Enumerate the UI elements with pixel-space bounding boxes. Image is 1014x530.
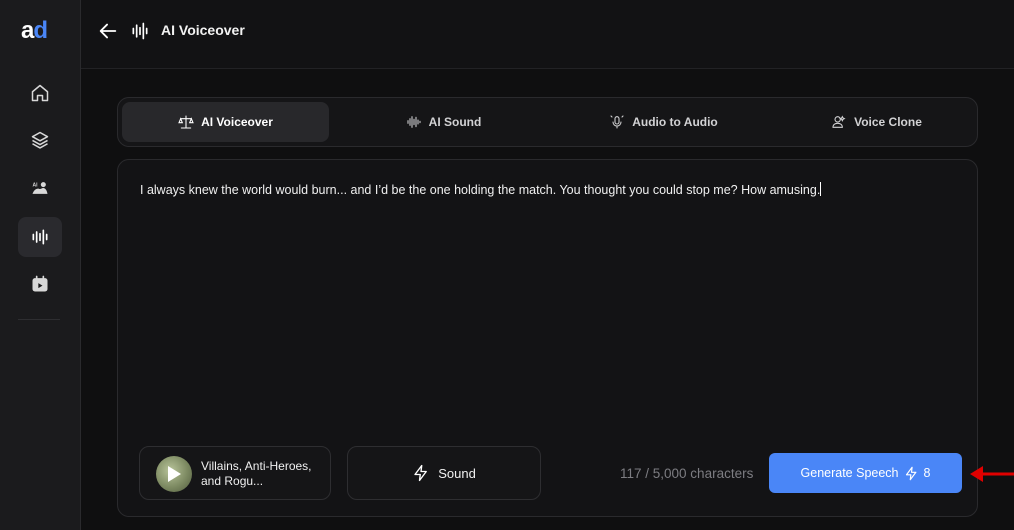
annotation-arrow-icon [970,466,1014,482]
generate-speech-button[interactable]: Generate Speech 8 [769,453,962,493]
sound-wave-icon [407,116,421,128]
sound-button-label: Sound [438,465,476,481]
page-title: AI Voiceover [161,22,245,38]
sidebar-divider [18,319,60,320]
sidebar-item-ai-image[interactable]: AI [18,168,62,208]
balance-icon [178,115,194,129]
generate-speech-label: Generate Speech [800,466,899,480]
header: AI Voiceover [81,0,1014,69]
sidebar-item-layers[interactable] [18,120,62,160]
audio-waveform-icon [32,229,48,245]
script-editor: I always knew the world would burn... an… [117,159,978,517]
voice-name-label: Villains, Anti-Heroes, and Rogu... [201,459,312,488]
audio-waveform-icon [132,22,148,40]
layers-icon [31,131,49,149]
character-count: 117 / 5,000 characters [620,466,754,481]
tab-audio-to-audio[interactable]: Audio to Audio [560,102,767,142]
script-textarea[interactable]: I always knew the world would burn... an… [140,181,940,381]
video-calendar-icon [32,275,48,292]
ai-image-icon: AI [32,182,48,194]
lightning-icon [414,464,428,482]
app-logo[interactable]: ad [21,19,59,43]
sound-button[interactable]: Sound [347,446,541,500]
mic-sparkle-icon [610,115,624,129]
sidebar-item-video[interactable] [18,264,62,304]
text-caret [820,182,822,196]
sidebar: ad AI [0,0,81,530]
user-clone-icon [832,115,846,128]
home-icon [31,84,49,102]
svg-text:AI: AI [33,182,39,188]
voice-selector-button[interactable]: Villains, Anti-Heroes, and Rogu... [139,446,331,500]
back-arrow-icon[interactable] [97,20,119,42]
tab-voice-clone[interactable]: Voice Clone [778,102,975,142]
sidebar-item-home[interactable] [18,73,62,113]
tab-ai-voiceover[interactable]: AI Voiceover [122,102,329,142]
mode-tabs: AI Voiceover AI Sound Audio to Audio Voi… [117,97,978,147]
play-icon[interactable] [168,466,181,482]
voice-avatar [156,456,192,492]
generate-cost: 8 [923,466,931,480]
sidebar-item-voiceover[interactable] [18,217,62,257]
tab-ai-sound[interactable]: AI Sound [340,102,547,142]
lightning-icon [905,466,916,480]
